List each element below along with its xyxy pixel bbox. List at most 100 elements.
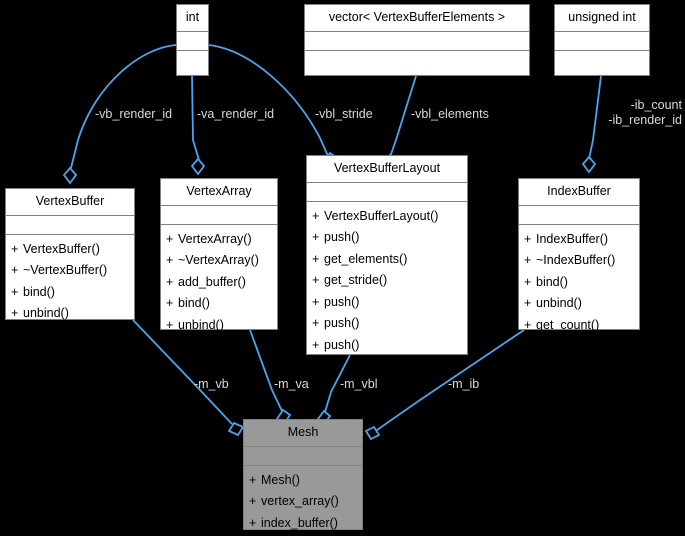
member-label: get_stride() (324, 273, 388, 287)
visibility-marker: + (166, 253, 174, 267)
class-member: + unbind() (166, 315, 272, 337)
node-indexbuffer[interactable]: IndexBuffer + IndexBuffer() + ~IndexBuffer… (518, 178, 640, 332)
visibility-marker: + (249, 472, 257, 487)
class-member: + VertexBufferLayout() (312, 206, 462, 228)
edge-label-vbl-elements: -vbl_elements (411, 107, 489, 121)
class-member: + push() (312, 335, 462, 357)
node-unsigned-int[interactable]: unsigned int (554, 4, 650, 76)
class-member: + unbind() (524, 293, 634, 315)
edge-label-vbl-stride: -vbl_stride (315, 107, 373, 121)
node-vertexbufferlayout-attributes (307, 183, 467, 202)
class-member: + ~VertexArray() (166, 250, 272, 272)
visibility-marker: + (312, 316, 320, 330)
diamond-m-vb (227, 421, 245, 437)
class-member: + push() (312, 313, 462, 335)
node-unsigned-int-attributes (555, 32, 649, 51)
diamond-va-render-id (190, 157, 206, 176)
node-vertexarray-methods: + VertexArray() + ~VertexArray() + add_buff… (161, 225, 277, 342)
class-member: + push() (312, 292, 462, 314)
node-indexbuffer-title: IndexBuffer (519, 179, 639, 206)
node-vertexbuffer-attributes (6, 216, 134, 235)
member-label: VertexBuffer() (23, 241, 100, 256)
node-int-methods (177, 51, 208, 76)
class-member: + get_stride() (312, 270, 462, 292)
member-label: unbind() (23, 306, 69, 320)
class-member: + Mesh() (249, 470, 357, 492)
class-member: + VertexBuffer() (11, 239, 129, 261)
member-label: VertexArray() (178, 231, 252, 246)
node-unsigned-int-methods (555, 51, 649, 76)
class-member: + unbind() (11, 303, 129, 325)
member-label: get_elements() (324, 251, 408, 266)
member-label: push() (324, 294, 360, 309)
visibility-marker: + (312, 294, 320, 309)
visibility-marker: + (524, 317, 532, 332)
node-vector-attributes (305, 32, 529, 51)
node-vertexbuffer-title: VertexBuffer (6, 189, 134, 216)
node-vertexbufferlayout-title: VertexBufferLayout (307, 156, 467, 183)
node-mesh-title: Mesh (244, 420, 362, 447)
class-member: + add_buffer() (166, 272, 272, 294)
node-indexbuffer-methods: + IndexBuffer() + ~IndexBuffer() + bind() +… (519, 225, 639, 342)
node-mesh-methods: + Mesh() + vertex_array() + index_buffer() (244, 466, 362, 536)
node-unsigned-int-title: unsigned int (555, 5, 649, 32)
class-member: + ~IndexBuffer() (524, 250, 634, 272)
diamond-m-ib (364, 425, 381, 441)
visibility-marker: + (11, 306, 19, 320)
node-mesh[interactable]: Mesh + Mesh() + vertex_array() + index_buff… (243, 419, 363, 530)
uml-diagram-canvas: int vector< VertexBufferElements > unsig… (0, 0, 685, 536)
node-vector-methods (305, 51, 529, 76)
edge-label-vb-render-id: -vb_render_id (95, 107, 173, 121)
class-member: + push() (312, 227, 462, 249)
class-member: + IndexBuffer() (524, 229, 634, 251)
member-label: push() (324, 316, 360, 330)
edge-label-m-vb: -m_vb (194, 377, 229, 391)
node-int-title: int (177, 5, 208, 32)
edge-label-m-va: -m_va (274, 377, 309, 391)
member-label: bind() (178, 296, 210, 310)
edge-vertexarray-mesh (249, 329, 283, 412)
class-member: + index_buffer() (249, 513, 357, 535)
class-member: + get_count() (524, 315, 634, 337)
node-vertexbufferlayout-methods: + VertexBufferLayout() + push() + get_eleme… (307, 202, 467, 362)
member-label: IndexBuffer() (536, 231, 609, 246)
visibility-marker: + (524, 231, 532, 246)
member-label: vertex_array() (261, 494, 339, 508)
visibility-marker: + (11, 263, 19, 277)
member-label: Mesh() (261, 472, 300, 487)
member-label: VertexBufferLayout() (324, 208, 439, 223)
visibility-marker: + (166, 274, 174, 289)
node-vertexbuffer[interactable]: VertexBuffer + VertexBuffer() + ~VertexBuf… (5, 188, 135, 320)
edge-label-m-vbl: -m_vbl (340, 377, 378, 391)
class-member: + get_elements() (312, 249, 462, 271)
member-label: ~IndexBuffer() (536, 253, 616, 267)
class-member: + bind() (11, 282, 129, 304)
edge-label-va-render-id: -va_render_id (197, 107, 275, 121)
visibility-marker: + (524, 296, 532, 310)
node-vertexarray-attributes (161, 206, 277, 225)
member-label: ~VertexArray() (178, 253, 259, 267)
node-vertexbufferlayout[interactable]: VertexBufferLayout + VertexBufferLayout()… (306, 155, 468, 355)
member-label: bind() (23, 284, 55, 299)
visibility-marker: + (11, 241, 19, 256)
member-label: push() (324, 337, 360, 352)
node-vector-vertexbufferelements[interactable]: vector< VertexBufferElements > (304, 4, 530, 76)
node-vector-title: vector< VertexBufferElements > (305, 5, 529, 32)
visibility-marker: + (11, 284, 19, 299)
diamond-vb-render-id (62, 166, 78, 185)
member-label: get_count() (536, 317, 600, 332)
visibility-marker: + (312, 208, 320, 223)
class-member: + vertex_array() (249, 491, 357, 513)
node-vertexarray-title: VertexArray (161, 179, 277, 206)
member-label: add_buffer() (178, 274, 246, 289)
node-int[interactable]: int (176, 4, 209, 76)
node-vertexbuffer-methods: + VertexBuffer() + ~VertexBuffer() + bind()… (6, 235, 134, 330)
class-member: + bind() (166, 293, 272, 315)
edge-label-m-ib: -m_ib (448, 377, 480, 391)
class-member: + ~VertexBuffer() (11, 260, 129, 282)
edge-label-ib-render-id: -ib_render_id (608, 113, 682, 127)
member-label: unbind() (178, 317, 224, 332)
visibility-marker: + (524, 253, 532, 267)
node-vertexarray[interactable]: VertexArray + VertexArray() + ~VertexArray… (160, 178, 278, 332)
visibility-marker: + (166, 296, 174, 310)
